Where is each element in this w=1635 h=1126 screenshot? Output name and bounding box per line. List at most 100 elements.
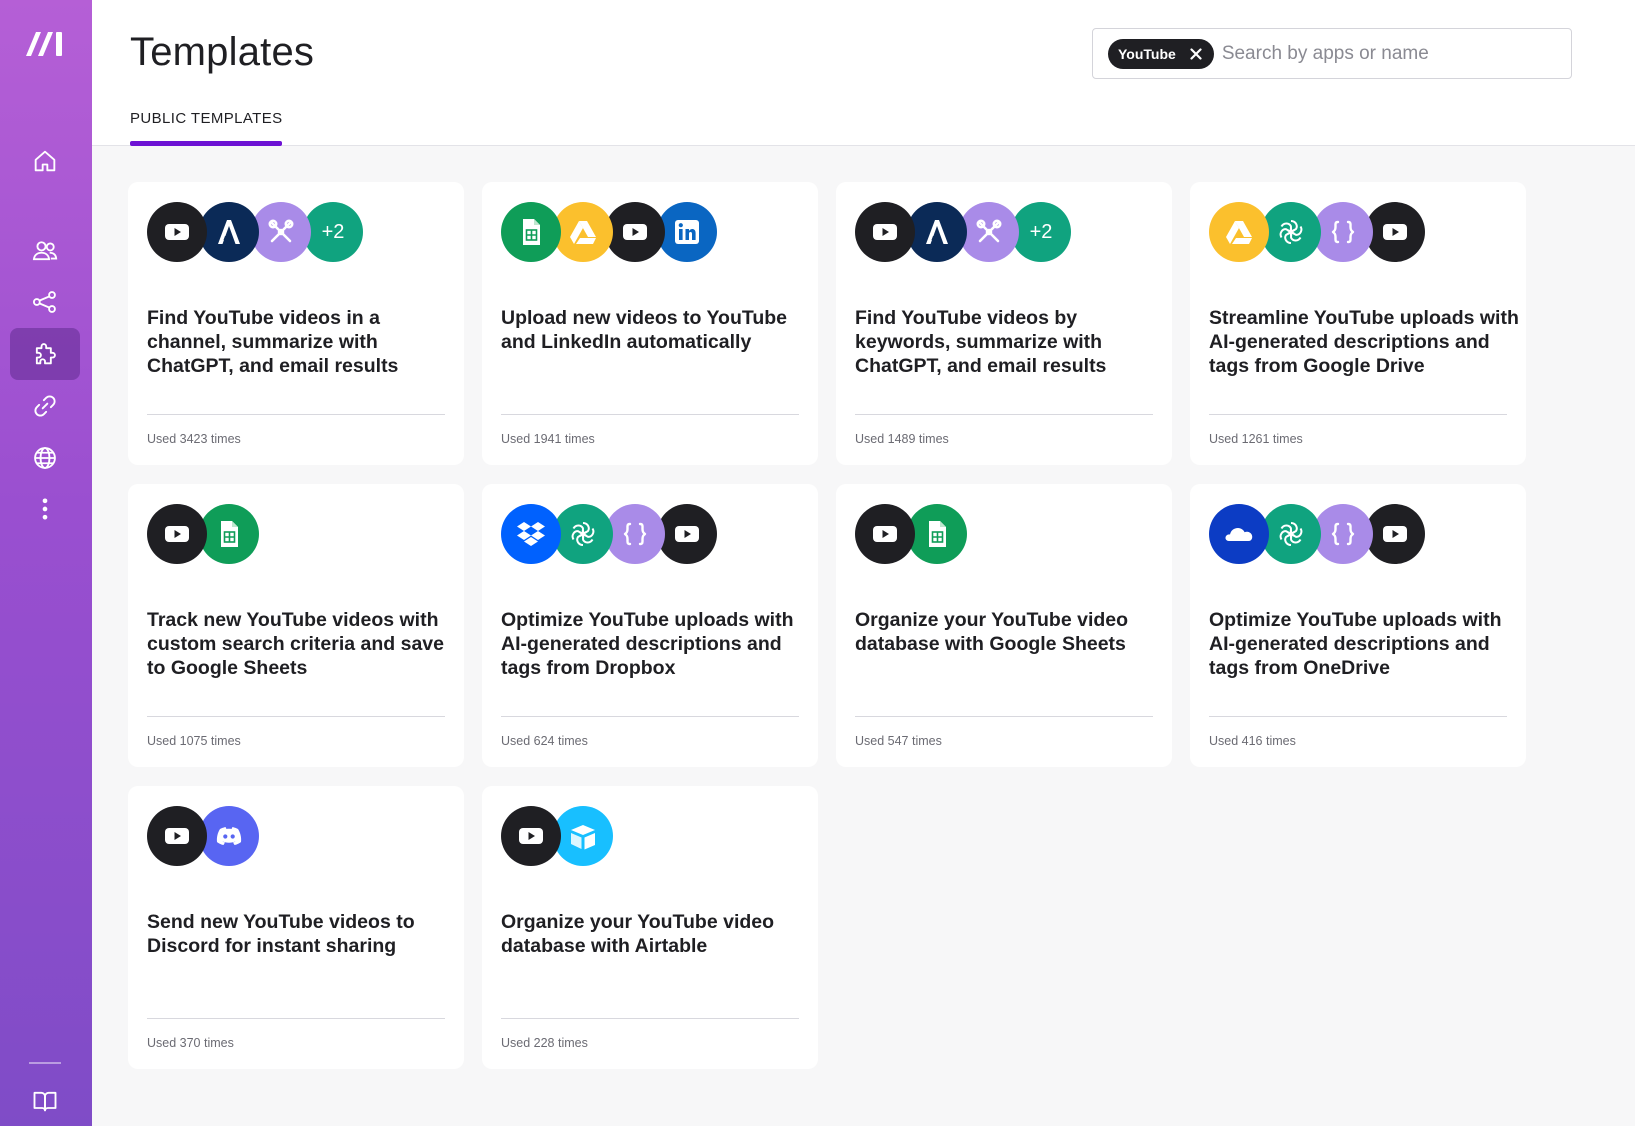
sidebar-item-docs[interactable] xyxy=(10,1078,80,1124)
drive-icon xyxy=(1209,202,1269,262)
close-icon[interactable] xyxy=(1188,46,1204,62)
youtube-icon xyxy=(1365,504,1425,564)
template-card[interactable]: Optimize YouTube uploads with AI-generat… xyxy=(482,484,818,767)
template-card[interactable]: Optimize YouTube uploads with AI-generat… xyxy=(1190,484,1526,767)
openai-icon xyxy=(1261,504,1321,564)
onedrive-icon xyxy=(1209,504,1269,564)
sheets-icon xyxy=(199,504,259,564)
card-divider xyxy=(1209,716,1507,717)
tools-icon xyxy=(959,202,1019,262)
sidebar-divider xyxy=(29,1062,61,1064)
template-title: Organize your YouTube video database wit… xyxy=(501,911,775,957)
template-title: Send new YouTube videos to Discord for i… xyxy=(147,911,415,957)
sidebar-item-scenarios[interactable] xyxy=(10,276,80,328)
json-icon xyxy=(605,504,665,564)
card-divider xyxy=(1209,414,1507,415)
sidebar-item-team[interactable] xyxy=(10,225,80,277)
template-usage-count: Used 1261 times xyxy=(1209,432,1303,446)
make-logo[interactable] xyxy=(22,26,70,62)
youtube-icon xyxy=(1365,202,1425,262)
youtube-icon xyxy=(855,504,915,564)
scenarios-icon xyxy=(32,291,56,313)
dropbox-icon xyxy=(501,504,561,564)
anthropic-icon xyxy=(199,202,259,262)
more-icon xyxy=(42,498,48,520)
page-header: Templates PUBLIC TEMPLATES YouTube xyxy=(92,0,1635,146)
sidebar xyxy=(0,0,92,1126)
airtable-icon xyxy=(553,806,613,866)
more-apps-badge: +2 xyxy=(303,202,363,262)
template-card[interactable]: +2 Find YouTube videos in a channel, summ… xyxy=(128,182,464,465)
youtube-icon xyxy=(605,202,665,262)
sidebar-item-home[interactable] xyxy=(10,135,80,187)
drive-icon xyxy=(553,202,613,262)
search-input[interactable] xyxy=(1221,42,1522,65)
openai-icon xyxy=(553,504,613,564)
team-icon xyxy=(32,241,58,261)
sidebar-item-connections[interactable] xyxy=(10,380,80,432)
json-icon xyxy=(1313,202,1373,262)
template-card[interactable]: Streamline YouTube uploads with AI-gener… xyxy=(1190,182,1526,465)
template-usage-count: Used 228 times xyxy=(501,1036,588,1050)
json-icon xyxy=(1313,504,1373,564)
template-card[interactable]: +2 Find YouTube videos by keywords, summa… xyxy=(836,182,1172,465)
card-divider xyxy=(147,716,445,717)
template-title: Optimize YouTube uploads with AI-generat… xyxy=(501,609,794,679)
card-divider xyxy=(855,414,1153,415)
more-apps-badge: +2 xyxy=(1011,202,1071,262)
templates-icon xyxy=(35,343,56,365)
discord-icon xyxy=(199,806,259,866)
sheets-icon xyxy=(907,504,967,564)
tools-icon xyxy=(251,202,311,262)
template-usage-count: Used 547 times xyxy=(855,734,942,748)
template-title: Optimize YouTube uploads with AI-generat… xyxy=(1209,609,1502,679)
template-title: Find YouTube videos in a channel, summar… xyxy=(147,307,399,377)
youtube-icon xyxy=(657,504,717,564)
template-card[interactable]: Organize your YouTube video database wit… xyxy=(836,484,1172,767)
docs-icon xyxy=(33,1091,57,1112)
template-usage-count: Used 3423 times xyxy=(147,432,241,446)
sheets-icon xyxy=(501,202,561,262)
more-apps-count: +2 xyxy=(1029,220,1053,243)
sidebar-item-templates[interactable] xyxy=(10,328,80,380)
search-box[interactable]: YouTube xyxy=(1092,28,1572,79)
template-title: Track new YouTube videos with custom sea… xyxy=(147,609,444,679)
card-divider xyxy=(501,414,799,415)
template-usage-count: Used 624 times xyxy=(501,734,588,748)
sidebar-item-more[interactable] xyxy=(10,483,80,535)
youtube-icon xyxy=(855,202,915,262)
card-divider xyxy=(501,1018,799,1019)
card-divider xyxy=(501,716,799,717)
sidebar-item-webhooks[interactable] xyxy=(10,432,80,484)
globe-icon xyxy=(34,447,56,469)
youtube-icon xyxy=(147,806,207,866)
anthropic-icon xyxy=(907,202,967,262)
page-title: Templates xyxy=(130,30,315,74)
template-card[interactable]: Send new YouTube videos to Discord for i… xyxy=(128,786,464,1069)
home-icon xyxy=(34,150,56,172)
more-apps-count: +2 xyxy=(321,220,345,243)
card-divider xyxy=(147,414,445,415)
openai-icon xyxy=(1261,202,1321,262)
card-divider xyxy=(855,716,1153,717)
template-usage-count: Used 1941 times xyxy=(501,432,595,446)
youtube-icon xyxy=(147,202,207,262)
template-card[interactable]: Organize your YouTube video database wit… xyxy=(482,786,818,1069)
filter-chip-label: YouTube xyxy=(1118,45,1176,62)
template-card[interactable]: Upload new videos to YouTube and LinkedI… xyxy=(482,182,818,465)
filter-chip-youtube[interactable]: YouTube xyxy=(1108,38,1214,69)
template-title: Find YouTube videos by keywords, summari… xyxy=(855,307,1107,377)
card-divider xyxy=(147,1018,445,1019)
template-card[interactable]: Track new YouTube videos with custom sea… xyxy=(128,484,464,767)
linkedin-icon xyxy=(657,202,717,262)
tab-public-templates[interactable]: PUBLIC TEMPLATES xyxy=(130,110,283,137)
template-title: Streamline YouTube uploads with AI-gener… xyxy=(1209,307,1519,377)
connections-icon xyxy=(34,395,56,417)
youtube-icon xyxy=(147,504,207,564)
template-title: Upload new videos to YouTube and LinkedI… xyxy=(501,307,788,353)
template-title: Organize your YouTube video database wit… xyxy=(855,609,1129,655)
tab-active-indicator xyxy=(130,141,282,146)
template-usage-count: Used 416 times xyxy=(1209,734,1296,748)
youtube-icon xyxy=(501,806,561,866)
template-usage-count: Used 370 times xyxy=(147,1036,234,1050)
